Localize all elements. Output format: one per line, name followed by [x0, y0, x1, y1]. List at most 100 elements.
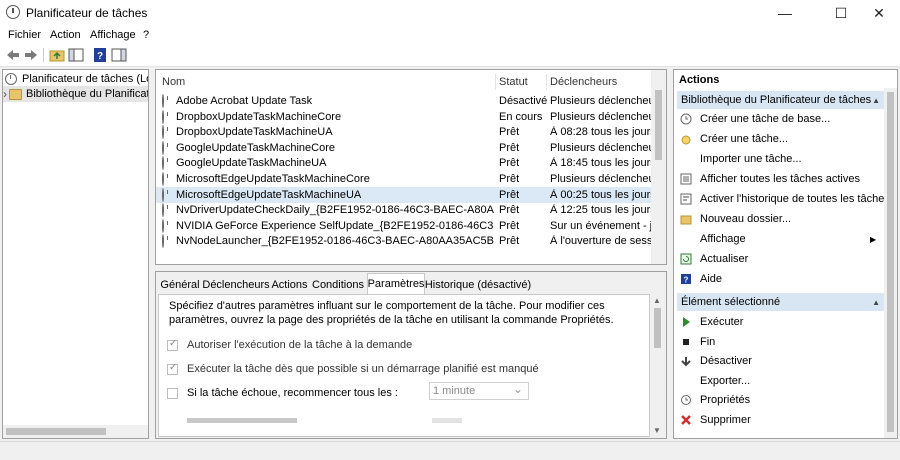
settings-description: Spécifiez d'autres paramètres influant s… [169, 300, 614, 326]
chevron-down-icon: ⌄ [512, 382, 523, 396]
stop-icon [680, 336, 692, 348]
task-row[interactable]: NVIDIA GeForce Experience SelfUpdate_{B2… [156, 218, 652, 234]
scroll-down-icon[interactable]: ▼ [653, 426, 661, 435]
action-actualiser[interactable]: Actualiser [680, 250, 748, 268]
action-créer-une-tâche-de-base[interactable]: Créer une tâche de base... [680, 110, 830, 128]
task-row[interactable]: GoogleUpdateTaskMachineUA Prêt À 18:45 tou… [156, 155, 652, 171]
section-library[interactable]: Bibliothèque du Planificateur de tâches … [677, 91, 885, 109]
collapse-up-icon[interactable]: ▲ [872, 96, 880, 105]
console-tree-pane: Planificateur de tâches (Local) › Biblio… [2, 69, 149, 439]
toolbar-separator [43, 48, 44, 62]
action-label: Supprimer [700, 414, 751, 426]
menu-fichier[interactable]: Fichier [8, 29, 41, 41]
task-row[interactable]: DropboxUpdateTaskMachineUA Prêt À 08:28 to… [156, 124, 652, 140]
action-supprimer[interactable]: Supprimer [680, 411, 751, 429]
forward-arrow-icon[interactable] [23, 47, 39, 63]
action-importer-une-tâche[interactable]: Importer une tâche... [680, 150, 802, 168]
tab-historique-désactivé[interactable]: Historique (désactivé) [425, 275, 531, 294]
actions-vertical-scrollbar[interactable] [884, 88, 897, 438]
task-row[interactable]: NvNodeLauncher_{B2FE1952-0186-46C3-BAEC-… [156, 233, 652, 249]
column-divider [495, 74, 496, 90]
tab-param-tres[interactable]: Paramètres [367, 273, 425, 294]
action-nouveau-dossier[interactable]: Nouveau dossier... [680, 210, 791, 228]
tab-actions[interactable]: Actions [270, 275, 309, 294]
expand-chevron-icon[interactable]: › [3, 87, 7, 101]
action-pane-icon[interactable] [111, 47, 127, 63]
tree-horizontal-scrollbar[interactable] [3, 425, 148, 438]
action-spacer [680, 375, 692, 387]
actions-scroll-thumb[interactable] [887, 92, 894, 432]
task-name: GoogleUpdateTaskMachineCore [176, 141, 335, 154]
tree-scroll-thumb[interactable] [6, 428, 106, 435]
task-list-scroll-thumb[interactable] [655, 90, 662, 160]
option-label: Exécuter la tâche dès que possible si un… [187, 363, 539, 375]
tab-général[interactable]: Général [160, 275, 200, 294]
checkbox-checked[interactable]: ✓ [167, 337, 178, 351]
action-exécuter[interactable]: Exécuter [680, 313, 743, 331]
task-clock-icon [162, 234, 164, 249]
action-propriétés[interactable]: Propriétés [680, 391, 750, 409]
action-afficher-toutes-les-tâches-actives[interactable]: Afficher toutes les tâches actives [680, 170, 860, 188]
details-vertical-scrollbar[interactable]: ▲ ▼ [650, 294, 665, 437]
collapse-up-icon[interactable]: ▲ [872, 298, 880, 307]
tree-item-library-label: Bibliothèque du Planificat [26, 88, 149, 100]
section-selected-item[interactable]: Élément sélectionné ▲ [677, 293, 885, 311]
checkbox-checked[interactable]: ✓ [167, 362, 178, 375]
console-tree-icon[interactable] [68, 47, 84, 63]
checkbox[interactable] [167, 387, 178, 399]
task-row[interactable]: MicrosoftEdgeUpdateTaskMachineCore Prêt Pl… [156, 171, 652, 187]
task-row[interactable]: DropboxUpdateTaskMachineCore En cours Plus… [156, 109, 652, 125]
action-label: Aide [700, 273, 723, 285]
task-name: MicrosoftEdgeUpdateTaskMachineCore [176, 173, 370, 185]
task-rows: Adobe Acrobat Update Task Désactivé Plusie… [156, 93, 652, 263]
check-mark-icon: ✓ [169, 337, 178, 349]
task-row[interactable]: GoogleUpdateTaskMachineCore Prêt Plusieurs… [156, 140, 652, 156]
scroll-up-icon[interactable]: ▲ [653, 296, 661, 305]
column-header-status[interactable]: Statut [499, 76, 528, 88]
help-book-icon[interactable]: ? [92, 47, 108, 63]
action-label: Exécuter [700, 316, 744, 328]
action-créer-une-tâche[interactable]: Créer une tâche... [680, 130, 788, 148]
task-row[interactable]: NvDriverUpdateCheckDaily_{B2FE1952-0186-… [156, 202, 652, 218]
menu-help[interactable]: ? [143, 29, 149, 41]
close-button[interactable]: ✕ [858, 0, 900, 26]
action-label: Propriétés [700, 394, 751, 407]
action-exporter[interactable]: Exporter... [680, 372, 750, 390]
tree-item-library[interactable]: › Bibliothèque du Planificat [3, 86, 148, 102]
task-triggers: Plusieurs déclencheurs s [550, 173, 652, 185]
column-header-name[interactable]: Nom [162, 76, 185, 88]
task-list-vertical-scrollbar[interactable] [651, 70, 666, 264]
column-header-triggers[interactable]: Déclencheurs [550, 76, 617, 88]
action-activer-l-historique-de-toutes-les-tâches[interactable]: Activer l'historique de toutes les tâche… [680, 190, 890, 208]
menu-affichage[interactable]: Affichage [90, 29, 136, 41]
task-name: DropboxUpdateTaskMachineUA [176, 126, 333, 139]
up-folder-icon[interactable] [49, 47, 65, 63]
action-aide[interactable]: ? Aide [680, 270, 722, 288]
tab-conditions[interactable]: Conditions [311, 275, 365, 294]
task-status: Prêt [499, 219, 520, 232]
task-clock-icon [162, 187, 164, 202]
task-status: En cours [499, 110, 543, 123]
task-row[interactable]: Adobe Acrobat Update Task Désactivé Plusie… [156, 93, 652, 109]
back-arrow-icon[interactable] [5, 47, 21, 63]
retry-interval-dropdown[interactable]: 1 minute ⌄ [429, 382, 529, 400]
minimize-button[interactable]: — [762, 0, 808, 26]
task-clock-icon [162, 125, 164, 140]
history-icon [680, 193, 692, 205]
action-spacer [680, 233, 692, 245]
library-actions-list: Créer une tâche de base... Créer une tâch… [674, 110, 890, 310]
menu-action[interactable]: Action [50, 29, 81, 41]
action-label: Fin [700, 335, 716, 348]
tree-item-root[interactable]: Planificateur de tâches (Local) [5, 71, 148, 87]
tab-déclencheurs[interactable]: Déclencheurs [202, 275, 269, 294]
active-tasks-icon [680, 173, 692, 185]
task-status: Prêt [499, 173, 520, 185]
task-row[interactable]: MicrosoftEdgeUpdateTaskMachineUA Prêt À 00… [156, 186, 652, 203]
action-désactiver[interactable]: Désactiver [680, 352, 752, 370]
settings-tab-content: Spécifiez d'autres paramètres influant s… [158, 294, 650, 437]
action-affichage[interactable]: Affichage ▶ [680, 230, 876, 248]
task-triggers: À 08:28 tous les jours - [550, 126, 652, 139]
action-fin[interactable]: Fin [680, 333, 715, 351]
details-scroll-thumb[interactable] [654, 308, 661, 348]
task-name: GoogleUpdateTaskMachineUA [176, 157, 327, 170]
